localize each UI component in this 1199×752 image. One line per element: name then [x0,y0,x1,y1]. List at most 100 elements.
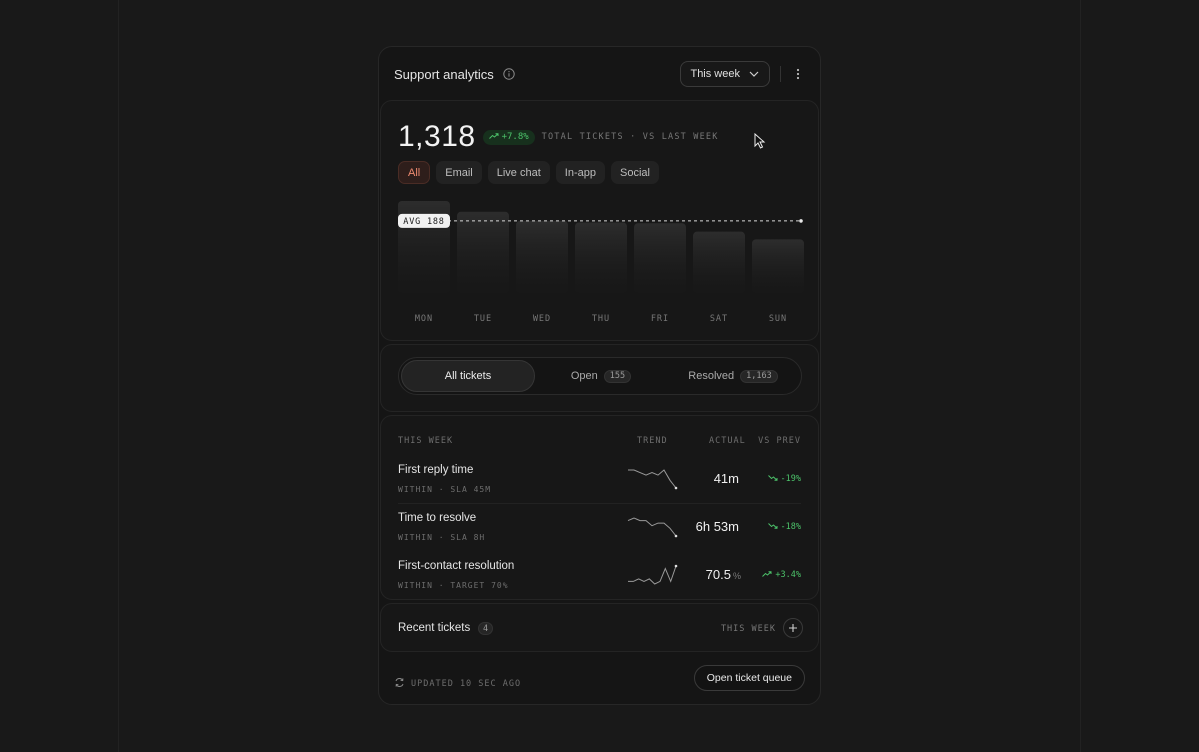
refresh-icon [394,677,405,691]
metric-row-time-to-resolve[interactable]: Time to resolve WITHIN · SLA 8H 6h 53m -… [398,504,801,552]
recent-tickets-title: Recent tickets [398,622,471,634]
recent-tickets-panel[interactable]: Recent tickets 4 THIS WEEK [380,603,819,652]
actual-value: 41m [713,471,739,486]
date-range-select[interactable]: This week [680,61,770,87]
col-this-week: THIS WEEK [398,436,454,446]
bar-tue[interactable] [457,211,509,293]
chip-label: In-app [564,166,596,179]
filter-chip-in-app[interactable]: In-app [555,161,605,184]
col-vs-prev: VS PREV [758,436,801,446]
filter-chip-all[interactable]: All [398,161,431,184]
metric-name: Time to resolve [398,512,477,524]
sparkline-end-dot [674,534,678,538]
plus-icon[interactable] [783,618,803,638]
card-footer: UPDATED 10 SEC AGO Open ticket queue [379,655,820,704]
sparkline-path [628,469,677,489]
sparkline [627,517,678,538]
actual-value: 6h 53m [695,519,739,534]
updated-text: UPDATED 10 SEC AGO [411,679,522,689]
trend-down-icon [767,522,778,532]
filter-chip-email[interactable]: Email [436,161,482,184]
sparkline-path [628,565,677,585]
x-tick-label: TUE [474,314,492,324]
metrics-header: THIS WEEK TREND ACTUAL VS PREV [398,436,801,448]
bar-fri[interactable] [634,223,686,293]
metric-actual: 70.5% [706,567,741,582]
layout-guide-left [118,0,119,752]
tab-open[interactable]: Open 155 [535,360,667,392]
card-title: Support analytics [394,66,494,82]
resolved-count-badge: 1,163 [740,369,778,383]
bar-sun[interactable] [752,239,804,293]
tab-label: Open [570,370,598,382]
trend-up-icon [762,570,772,580]
daily-volume-chart: MON TUE WED THU FRI SAT SUN AVG 188 [398,201,804,324]
info-circle-icon[interactable] [503,68,515,80]
mouse-cursor-icon [754,132,766,149]
tab-label: Resolved [688,370,735,382]
metrics-panel: THIS WEEK TREND ACTUAL VS PREV First rep… [380,415,819,600]
x-tick-label: WED [533,314,551,324]
tab-all-tickets[interactable]: All tickets [401,360,535,392]
col-actual: ACTUAL [709,436,746,446]
x-tick-label: SAT [710,314,728,324]
tab-resolved[interactable]: Resolved 1,163 [667,360,799,392]
sparkline [628,564,678,585]
sparkline-end-dot [674,486,678,490]
trend-down-icon [767,474,778,484]
recent-range-label: THIS WEEK [720,624,776,634]
metric-vs-prev: +3.4% [762,570,801,580]
sparkline-path [627,517,677,537]
vs-prev-value: +3.4% [775,570,801,580]
metric-sub: WITHIN · SLA 8H [398,533,486,542]
open-count-badge: 155 [603,369,632,383]
total-caption: TOTAL TICKETS · VS LAST WEEK [541,132,719,142]
bar-wed[interactable] [516,220,568,293]
status-tabs-panel: All tickets Open 155 Resolved 1,163 [380,344,819,412]
tab-label: All tickets [444,370,492,382]
col-trend: TREND [637,436,668,446]
x-tick-label: FRI [651,314,669,324]
more-vertical-icon[interactable] [790,64,806,84]
metric-row-first-contact-resolution[interactable]: First-contact resolution WITHIN · TARGET… [398,552,801,600]
channel-filter: All Email Live chat In-app Social [398,161,659,184]
bar-sat[interactable] [693,231,745,293]
open-ticket-queue-button[interactable]: Open ticket queue [693,665,805,691]
metric-name: First reply time [398,464,474,476]
vs-prev-value: -19% [780,474,801,484]
filter-chip-social[interactable]: Social [610,161,659,184]
average-line-end-dot [799,219,803,223]
total-tickets-value: 1,318 [398,120,476,153]
layout-guide-right [1080,0,1081,752]
metric-sub: WITHIN · SLA 45M [398,485,492,494]
card-header: Support analytics This week [379,47,820,101]
chevron-down-icon [749,68,759,80]
filter-chip-live-chat[interactable]: Live chat [487,161,550,184]
sparkline-end-dot [674,564,678,568]
delta-value: +7.8% [501,132,529,142]
average-label: AVG 188 [403,217,444,227]
x-tick-label: THU [592,314,610,324]
metric-sub: WITHIN · TARGET 70% [398,581,509,590]
button-label: Open ticket queue [706,672,792,684]
metric-row-first-reply[interactable]: First reply time WITHIN · SLA 45M 41m -1… [398,456,801,504]
metric-vs-prev: -19% [767,474,801,484]
x-tick-label: SUN [769,314,787,324]
vs-prev-value: -18% [780,522,801,532]
x-tick-label: MON [415,314,433,324]
actual-value: 70.5 [705,567,731,582]
header-divider [780,66,781,82]
date-range-value: This week [690,68,740,80]
trend-up-icon [488,132,499,142]
chip-label: All [408,166,421,179]
actual-unit: % [732,571,741,581]
metric-name: First-contact resolution [398,560,515,572]
bar-thu[interactable] [575,222,627,293]
chip-label: Email [445,166,473,179]
last-updated: UPDATED 10 SEC AGO [394,677,521,691]
status-segmented-control: All tickets Open 155 Resolved 1,163 [398,357,802,395]
chip-label: Live chat [496,166,541,179]
metric-actual: 41m [714,471,741,486]
delta-badge: +7.8% [482,129,535,145]
chip-label: Social [619,166,650,179]
